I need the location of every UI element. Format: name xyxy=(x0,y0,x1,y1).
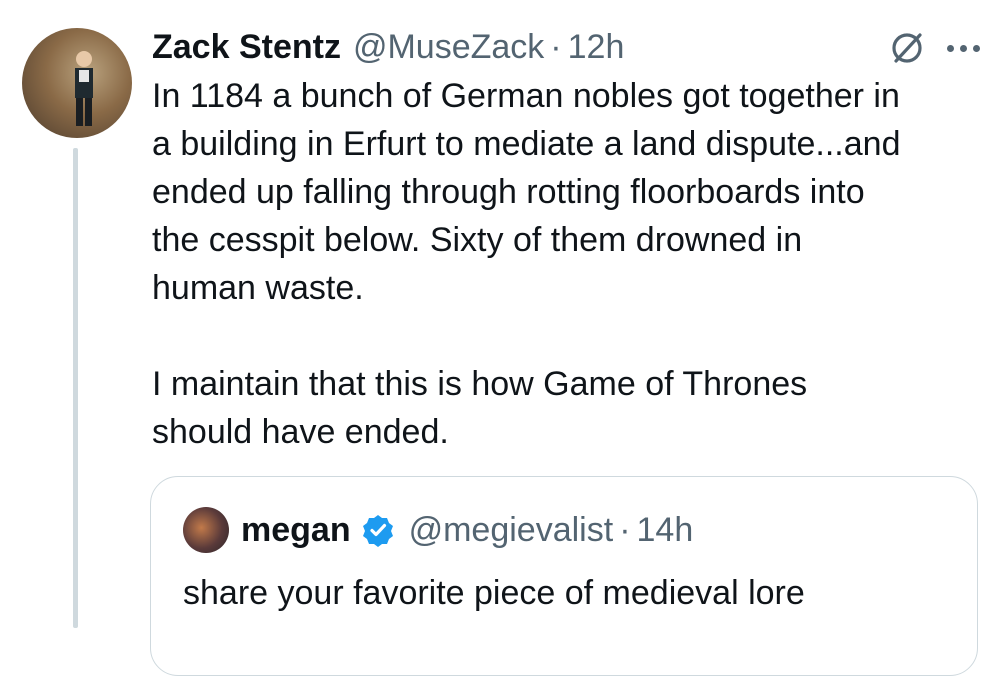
quoted-tweet-header: megan @megievalist · 14h xyxy=(183,507,693,553)
header-actions xyxy=(887,28,980,68)
more-options-icon[interactable] xyxy=(947,44,980,52)
avatar-figure xyxy=(75,51,93,126)
tweet-time[interactable]: 12h xyxy=(568,24,625,70)
quoted-tweet[interactable]: megan @megievalist · 14h share your favo… xyxy=(150,476,978,676)
quoted-author-name[interactable]: megan xyxy=(241,507,351,553)
quoted-separator-dot: · xyxy=(619,511,631,549)
quoted-tweet-text: share your favorite piece of medieval lo… xyxy=(183,574,805,612)
author-handle[interactable]: @MuseZack xyxy=(353,24,544,70)
quoted-author-avatar[interactable] xyxy=(183,507,229,553)
separator-dot: · xyxy=(550,28,562,66)
tweet-header: Zack Stentz @MuseZack · 12h xyxy=(152,24,980,70)
author-name[interactable]: Zack Stentz xyxy=(152,24,341,70)
quoted-tweet-time[interactable]: 14h xyxy=(637,507,694,553)
tweet-text: In 1184 a bunch of German nobles got tog… xyxy=(152,77,901,451)
author-avatar[interactable] xyxy=(22,28,132,138)
grok-icon[interactable] xyxy=(887,28,927,68)
quoted-author-handle[interactable]: @megievalist xyxy=(409,507,614,553)
thread-line xyxy=(73,148,78,628)
verified-badge-icon xyxy=(362,515,393,547)
